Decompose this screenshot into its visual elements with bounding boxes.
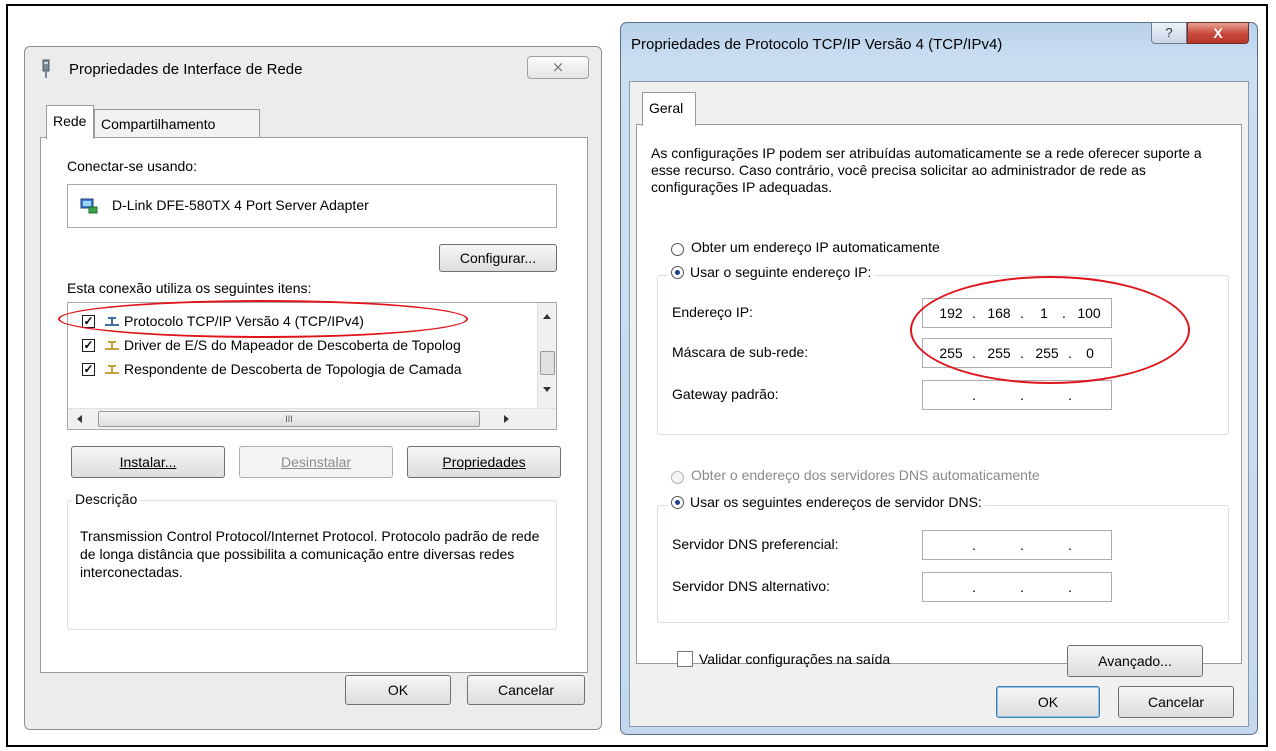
help-button[interactable]: ? — [1151, 22, 1187, 44]
install-button[interactable]: Instalar... — [71, 446, 225, 478]
close-button[interactable]: ⨯ — [527, 56, 589, 79]
dns-preferred-label: Servidor DNS preferencial: — [672, 536, 839, 552]
network-adapter-icon — [42, 59, 50, 78]
radio-manual-ip-label: Usar o seguinte endereço IP: — [690, 264, 872, 280]
description-group: Descrição Transmission Control Protocol/… — [67, 491, 557, 630]
properties-button[interactable]: Propriedades — [407, 446, 561, 478]
radio-manual-dns-wrap: Usar os seguintes endereços de servidor … — [668, 494, 985, 510]
tab-rede[interactable]: Rede — [46, 105, 94, 139]
close-icon: ⨯ — [551, 59, 565, 76]
scroll-up-arrow-icon[interactable] — [543, 313, 551, 319]
tab-geral[interactable]: Geral — [642, 92, 696, 126]
gateway-label: Gateway padrão: — [672, 386, 779, 402]
scroll-thumb[interactable] — [540, 351, 555, 375]
validate-label: Validar configurações na saída — [699, 651, 891, 667]
tab-panel-rede: Conectar-se usando: D-Link DFE-580TX 4 P… — [40, 137, 588, 673]
horizontal-scrollbar[interactable]: III — [68, 408, 556, 429]
scroll-down-arrow-icon[interactable] — [543, 387, 551, 393]
items-label: Esta conexão utiliza os seguintes itens: — [67, 280, 312, 296]
advanced-button[interactable]: Avançado... — [1067, 645, 1203, 677]
ok-button[interactable]: OK — [345, 675, 451, 705]
close-button[interactable]: X — [1187, 22, 1249, 44]
close-icon: X — [1213, 25, 1223, 41]
radio-auto-dns-label: Obter o endereço dos servidores DNS auto… — [691, 467, 1040, 483]
highlight-ellipse-ip-mask — [910, 276, 1190, 384]
scroll-left-arrow-icon[interactable] — [76, 415, 82, 423]
uninstall-button[interactable]: Desinstalar — [239, 446, 393, 478]
adapter-name: D-Link DFE-580TX 4 Port Server Adapter — [112, 197, 369, 213]
help-icon: ? — [1165, 25, 1173, 40]
scroll-thumb[interactable]: III — [98, 411, 480, 427]
connect-using-label: Conectar-se usando: — [67, 158, 197, 174]
radio-auto-ip-label: Obter um endereço IP automaticamente — [691, 239, 940, 255]
protocol-icon — [105, 365, 119, 374]
radio-manual-dns-label: Usar os seguintes endereços de servidor … — [690, 494, 982, 510]
vertical-scrollbar[interactable] — [537, 303, 556, 409]
validate-checkbox[interactable] — [677, 651, 693, 667]
ok-button[interactable]: OK — [996, 686, 1100, 718]
item-label: Respondente de Descoberta de Topologia d… — [124, 361, 462, 377]
cancel-button[interactable]: Cancelar — [1118, 686, 1234, 718]
adapter-field: D-Link DFE-580TX 4 Port Server Adapter — [67, 184, 557, 228]
mask-label: Máscara de sub-rede: — [672, 344, 809, 360]
dialog-title: Propriedades de Protocolo TCP/IP Versão … — [631, 36, 1003, 53]
dns-alternate-input[interactable]: ... — [922, 572, 1112, 602]
ip-label: Endereço IP: — [672, 304, 753, 320]
dns-preferred-input[interactable]: ... — [922, 530, 1112, 560]
item-checkbox[interactable]: ✓ — [82, 363, 95, 376]
description-text: Transmission Control Protocol/Internet P… — [80, 528, 540, 580]
item-checkbox[interactable]: ✓ — [82, 339, 95, 352]
radio-manual-dns[interactable] — [671, 496, 684, 509]
highlight-ellipse-protocol — [58, 300, 468, 338]
radio-manual-ip[interactable] — [671, 266, 684, 279]
protocol-icon — [105, 341, 119, 350]
radio-auto-dns[interactable] — [671, 471, 684, 484]
item-label: Driver de E/S do Mapeador de Descoberta … — [124, 337, 461, 353]
tcpipv4-properties-dialog: Propriedades de Protocolo TCP/IP Versão … — [620, 22, 1258, 735]
network-card-icon — [80, 198, 98, 214]
intro-text: As configurações IP podem ser atribuídas… — [651, 145, 1202, 195]
dialog-title: Propriedades de Interface de Rede — [69, 61, 303, 78]
description-group-title: Descrição — [72, 491, 141, 507]
scroll-right-arrow-icon[interactable] — [504, 415, 510, 423]
dialog-client-area: Geral As configurações IP podem ser atri… — [629, 81, 1249, 727]
dns-alternate-label: Servidor DNS alternativo: — [672, 578, 830, 594]
radio-manual-ip-wrap: Usar o seguinte endereço IP: — [668, 264, 875, 280]
gateway-input[interactable]: ... — [922, 380, 1112, 410]
dns-group: Usar os seguintes endereços de servidor … — [657, 494, 1229, 623]
radio-auto-ip[interactable] — [671, 243, 684, 256]
tab-panel-geral: As configurações IP podem ser atribuídas… — [636, 124, 1242, 677]
tab-compartilhamento[interactable]: Compartilhamento — [94, 109, 260, 137]
configure-button[interactable]: Configurar... — [439, 244, 557, 272]
network-interface-properties-dialog: Propriedades de Interface de Rede ⨯ Rede… — [24, 46, 602, 730]
cancel-button[interactable]: Cancelar — [467, 675, 585, 705]
